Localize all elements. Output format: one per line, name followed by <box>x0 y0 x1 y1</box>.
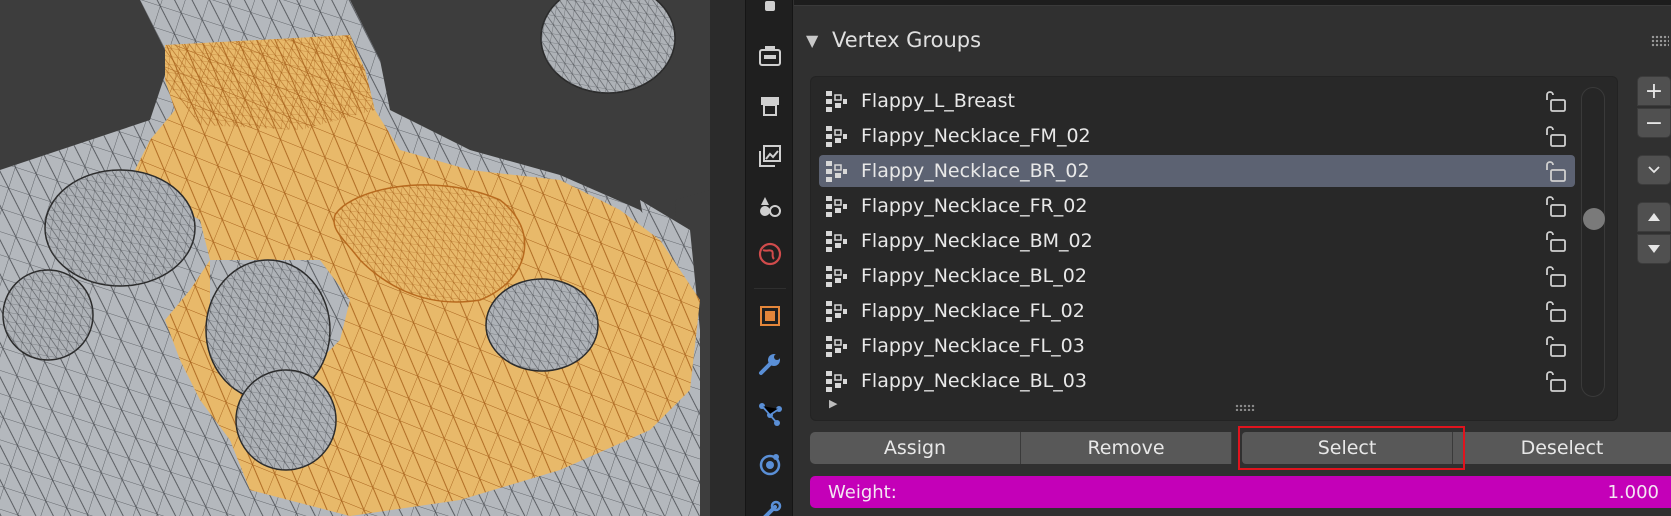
vertex-group-icon <box>826 91 847 112</box>
minus-icon: − <box>1644 110 1664 136</box>
tab-particles[interactable] <box>752 396 788 432</box>
tool-icon <box>765 1 775 11</box>
vertex-group-icon <box>826 126 847 147</box>
unlock-icon[interactable] <box>1543 124 1567 148</box>
list-resize-grip[interactable] <box>1235 404 1255 411</box>
unlock-icon[interactable] <box>1543 229 1567 253</box>
weight-value: 1.000 <box>1607 481 1659 503</box>
list-filter-expand-icon[interactable]: ▶ <box>829 397 837 410</box>
list-scrollbar-thumb[interactable] <box>1583 208 1605 230</box>
tab-separator <box>754 288 786 289</box>
move-down-button[interactable] <box>1637 234 1671 264</box>
3d-viewport[interactable] <box>0 0 710 516</box>
add-vertex-group-button[interactable]: + <box>1637 76 1671 106</box>
vertex-group-row[interactable]: Flappy_Necklace_BL_03 <box>819 365 1575 397</box>
tab-object[interactable] <box>752 298 788 334</box>
modifier-icon <box>759 354 780 375</box>
vertex-group-row[interactable]: Flappy_Necklace_BM_02 <box>819 225 1575 257</box>
unlock-icon[interactable] <box>1543 89 1567 113</box>
deselect-button[interactable]: Deselect <box>1453 432 1671 464</box>
assign-button[interactable]: Assign <box>810 432 1021 464</box>
vertex-group-row[interactable]: Flappy_Necklace_FL_02 <box>819 295 1575 327</box>
triangle-up-icon <box>1648 213 1660 221</box>
vertex-group-row[interactable]: Flappy_Necklace_FR_02 <box>819 190 1575 222</box>
tab-modifiers[interactable] <box>752 346 788 382</box>
vertex-group-row[interactable]: Flappy_Necklace_BL_02 <box>819 260 1575 292</box>
vertex-group-list[interactable]: Flappy_L_Breast Flappy_Necklace_FM_02 Flap… <box>810 76 1618 421</box>
unlock-icon[interactable] <box>1543 194 1567 218</box>
unlock-icon[interactable] <box>1543 334 1567 358</box>
object-icon <box>760 306 780 326</box>
vertex-group-row[interactable]: Flappy_Necklace_FM_02 <box>819 120 1575 152</box>
vertex-group-name: Flappy_Necklace_BL_02 <box>861 265 1087 287</box>
remove-vertex-group-button[interactable]: − <box>1637 108 1671 138</box>
remove-button[interactable]: Remove <box>1021 432 1232 464</box>
vertex-group-icon <box>826 371 847 392</box>
vertex-groups-header[interactable]: ▼ Vertex Groups <box>804 24 1664 56</box>
tab-tool[interactable] <box>752 0 788 22</box>
select-button-highlight <box>1238 426 1465 470</box>
plus-icon: + <box>1644 78 1664 104</box>
mesh-render <box>0 0 710 516</box>
vertex-group-name: Flappy_L_Breast <box>861 90 1015 112</box>
particles-icon <box>759 403 782 426</box>
tab-scene[interactable] <box>752 188 788 224</box>
vertex-group-icon <box>826 161 847 182</box>
vertex-group-name: Flappy_Necklace_FM_02 <box>861 125 1091 147</box>
panel-top-edge <box>794 0 1671 6</box>
region-divider <box>710 0 745 516</box>
vertex-group-icon <box>826 231 847 252</box>
tab-output[interactable] <box>752 88 788 124</box>
unlock-icon[interactable] <box>1543 299 1567 323</box>
tab-view-layer[interactable] <box>752 138 788 174</box>
unlock-icon[interactable] <box>1543 264 1567 288</box>
weight-label: Weight: <box>828 481 897 503</box>
vertex-group-name: Flappy_Necklace_BL_03 <box>861 370 1087 392</box>
vertex-group-row[interactable]: Flappy_Necklace_BR_02 <box>819 155 1575 187</box>
constraints-icon <box>763 500 782 516</box>
vertex-group-row[interactable]: Flappy_Necklace_FL_03 <box>819 330 1575 362</box>
view-layer-icon <box>759 145 781 167</box>
vertex-group-name: Flappy_Necklace_FL_02 <box>861 300 1085 322</box>
tab-constraints[interactable] <box>752 494 788 516</box>
physics-icon <box>759 454 781 476</box>
vertex-group-icon <box>826 336 847 357</box>
move-up-button[interactable] <box>1637 202 1671 232</box>
collapse-arrow-icon[interactable]: ▼ <box>806 31 826 50</box>
triangle-down-icon <box>1648 245 1660 253</box>
sphere-left-top <box>44 169 196 287</box>
vertex-group-name: Flappy_Necklace_FR_02 <box>861 195 1088 217</box>
output-icon <box>761 97 779 116</box>
vertex-group-name: Flappy_Necklace_FL_03 <box>861 335 1085 357</box>
world-icon <box>758 242 782 266</box>
vertex-group-name: Flappy_Necklace_BR_02 <box>861 160 1090 182</box>
weight-slider[interactable]: Weight: 1.000 <box>810 476 1671 508</box>
specials-menu-button[interactable] <box>1637 155 1671 185</box>
unlock-icon[interactable] <box>1543 369 1567 393</box>
properties-tabs <box>745 0 793 516</box>
drag-handle-icon[interactable] <box>1651 35 1669 47</box>
vertex-group-icon <box>826 196 847 217</box>
chevron-down-icon <box>1648 166 1660 174</box>
list-scrollbar[interactable] <box>1581 87 1605 397</box>
vertex-group-icon <box>826 301 847 322</box>
tab-render[interactable] <box>752 38 788 74</box>
render-icon <box>759 46 781 66</box>
tab-world[interactable] <box>752 236 788 272</box>
scene-icon <box>760 197 781 217</box>
vertex-group-icon <box>826 266 847 287</box>
unlock-icon[interactable] <box>1543 159 1567 183</box>
properties-panel: ▼ Vertex Groups Flappy_L_Breast Flappy_Ne… <box>794 0 1671 516</box>
section-title: Vertex Groups <box>832 28 982 52</box>
vertex-group-name: Flappy_Necklace_BM_02 <box>861 230 1093 252</box>
tab-physics[interactable] <box>752 446 788 482</box>
vertex-group-row[interactable]: Flappy_L_Breast <box>819 85 1575 117</box>
